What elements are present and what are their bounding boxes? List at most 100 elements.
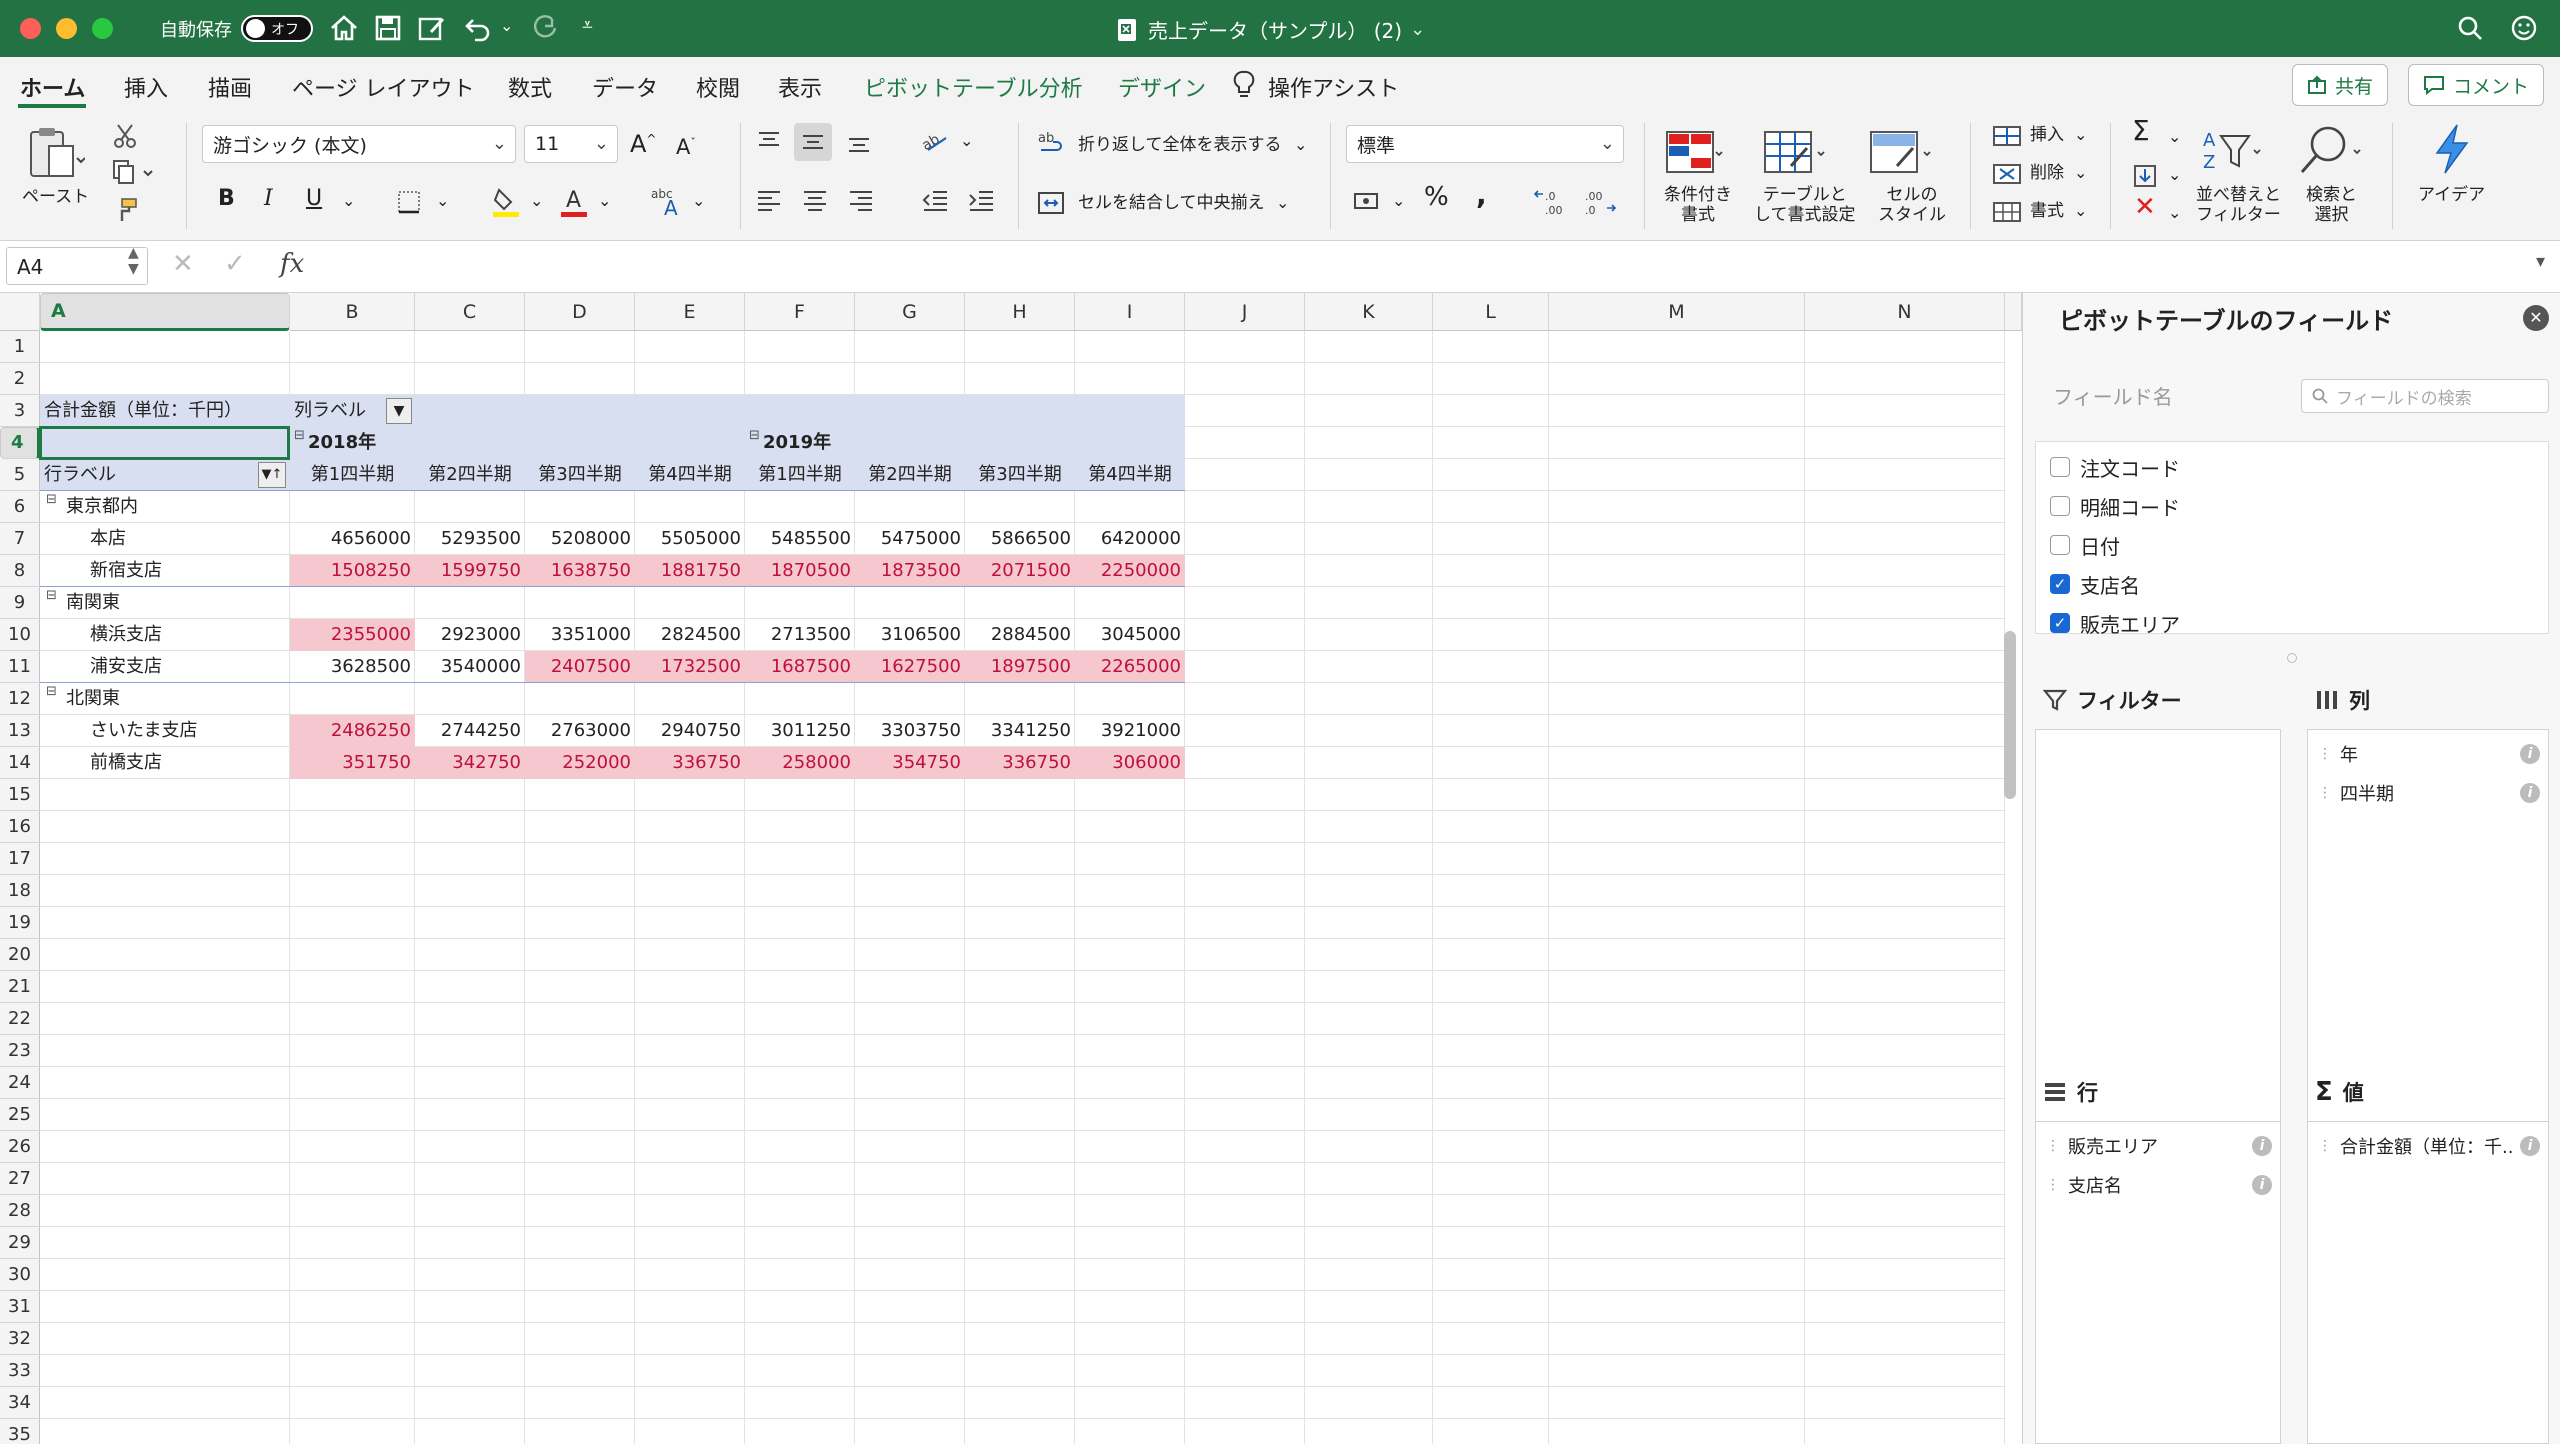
decrease-decimal-icon[interactable]: .00.0 [1582,185,1620,217]
info-icon[interactable]: i [2520,1136,2540,1156]
column-header-c[interactable]: C [415,293,525,331]
search-icon[interactable] [2452,10,2488,46]
value-cell[interactable]: 354750 [855,747,965,779]
row-header-21[interactable]: 21 [0,971,40,1003]
value-cell[interactable]: 2940750 [635,715,745,747]
find-select-icon[interactable] [2292,123,2366,179]
value-cell[interactable]: 1881750 [635,555,745,587]
value-cell[interactable]: 3921000 [1075,715,1185,747]
checkbox-checked-icon[interactable]: ✓ [2050,613,2070,633]
year-header-0[interactable]: 2018年 [290,427,415,459]
delete-cells-label[interactable]: 削除 [2030,163,2064,183]
vertical-scrollbar[interactable] [2004,631,2016,799]
column-header-h[interactable]: H [965,293,1075,331]
collapse-icon[interactable]: ⊟ [46,588,57,603]
fill-dropdown-icon[interactable]: ⌄ [2168,165,2181,185]
font-size-select[interactable]: 11 ⌄ [524,125,618,163]
values-drop-area[interactable]: ⋮ 合計金額（単位：千... i [2307,1121,2549,1444]
quarter-header[interactable]: 第4四半期 [635,459,745,491]
row-header-5[interactable]: 5 [0,459,40,491]
close-window-button[interactable] [20,18,41,39]
quarter-header[interactable]: 第1四半期 [745,459,855,491]
sort-filter-icon[interactable]: AZ [2198,123,2264,179]
value-cell[interactable]: 1897500 [965,651,1075,683]
fill-icon[interactable] [2130,161,2160,191]
row-header-4[interactable]: 4 [0,427,40,459]
rows-drop-area[interactable]: ⋮ 販売エリア i ⋮ 支店名 i [2035,1121,2281,1444]
value-cell[interactable]: 2071500 [965,555,1075,587]
value-cell[interactable]: 2486250 [290,715,415,747]
value-cell[interactable]: 1870500 [745,555,855,587]
value-cell[interactable]: 2407500 [525,651,635,683]
clear-icon[interactable]: ✕ [2134,194,2156,220]
quarter-header[interactable]: 第3四半期 [965,459,1075,491]
tab-pivottable-analyze[interactable]: ピボットテーブル分析 [864,71,1083,103]
row-header-23[interactable]: 23 [0,1035,40,1067]
value-cell[interactable]: 1508250 [290,555,415,587]
row-header-26[interactable]: 26 [0,1131,40,1163]
quarter-header[interactable]: 第2四半期 [855,459,965,491]
store-row-label[interactable]: 本店 [40,523,290,555]
row-header-32[interactable]: 32 [0,1323,40,1355]
column-header-m[interactable]: M [1549,293,1805,331]
value-cell[interactable]: 5866500 [965,523,1075,555]
store-row-label[interactable]: 新宿支店 [40,555,290,587]
info-icon[interactable]: i [2252,1175,2272,1195]
field-item-detail-code[interactable]: 明細コード [2050,491,2180,521]
drag-handle-icon[interactable]: ⋮ [2318,785,2332,801]
drag-handle-icon[interactable]: ⋮ [2046,1177,2060,1193]
underline-icon[interactable]: U [306,188,322,210]
column-header-e[interactable]: E [635,293,745,331]
orientation-dropdown-icon[interactable]: ⌄ [960,131,973,151]
value-cell[interactable]: 2713500 [745,619,855,651]
row-header-30[interactable]: 30 [0,1259,40,1291]
share-button[interactable]: 共有 [2292,64,2389,106]
value-cell[interactable]: 5485500 [745,523,855,555]
row-header-14[interactable]: 14 [0,747,40,779]
checkbox[interactable] [2050,496,2070,516]
value-cell[interactable]: 6420000 [1075,523,1185,555]
format-cells-label[interactable]: 書式 [2030,201,2064,221]
drag-handle-icon[interactable]: ⋮ [2046,1138,2060,1154]
column-header-j[interactable]: J [1185,293,1305,331]
increase-font-size-icon[interactable]: A^ [630,129,656,156]
column-header-a[interactable]: A [40,293,290,331]
store-row-label[interactable]: 横浜支店 [40,619,290,651]
format-as-table-icon[interactable] [1760,125,1826,179]
pivot-row-labels[interactable]: 行ラベル [40,459,290,491]
row-header-12[interactable]: 12 [0,683,40,715]
wrap-text-label[interactable]: 折り返して全体を表示する [1078,135,1282,155]
year-header-1[interactable]: 2019年 [745,427,855,459]
quarter-header[interactable]: 第4四半期 [1075,459,1185,491]
collapse-icon[interactable]: ⊟ [46,684,57,699]
autosum-dropdown-icon[interactable]: ⌄ [2168,127,2181,147]
name-box[interactable]: A4 [6,247,148,285]
ideas-icon[interactable] [2424,119,2480,179]
tab-home[interactable]: ホーム [20,71,85,103]
value-cell[interactable]: 3540000 [415,651,525,683]
value-cell[interactable]: 2355000 [290,619,415,651]
cell-styles-icon[interactable] [1866,125,1932,179]
row-header-13[interactable]: 13 [0,715,40,747]
border-icon[interactable] [394,187,424,217]
value-cell[interactable]: 3045000 [1075,619,1185,651]
value-cell[interactable]: 252000 [525,747,635,779]
value-cell[interactable]: 4656000 [290,523,415,555]
field-item-order-code[interactable]: 注文コード [2050,452,2180,482]
column-header-i[interactable]: I [1075,293,1185,331]
select-all-corner[interactable] [0,293,40,331]
collapse-icon[interactable]: ⊟ [294,428,305,443]
ideas-label[interactable]: アイデア [2418,185,2485,205]
value-cell[interactable]: 1638750 [525,555,635,587]
insert-cells-label[interactable]: 挿入 [2030,125,2064,145]
clear-dropdown-icon[interactable]: ⌄ [2168,203,2181,223]
value-cell[interactable]: 2265000 [1075,651,1185,683]
row-header-25[interactable]: 25 [0,1099,40,1131]
underline-dropdown-icon[interactable]: ⌄ [342,191,355,211]
merge-dropdown-icon[interactable]: ⌄ [1276,193,1289,213]
row-labels-filter-button[interactable]: ▼↑ [258,462,286,488]
tab-data[interactable]: データ [592,71,658,103]
tab-tell-me[interactable]: 操作アシスト [1268,71,1399,103]
comma-style-icon[interactable]: , [1476,181,1487,209]
cell-styles-label[interactable]: セルの スタイル [1878,185,1946,225]
